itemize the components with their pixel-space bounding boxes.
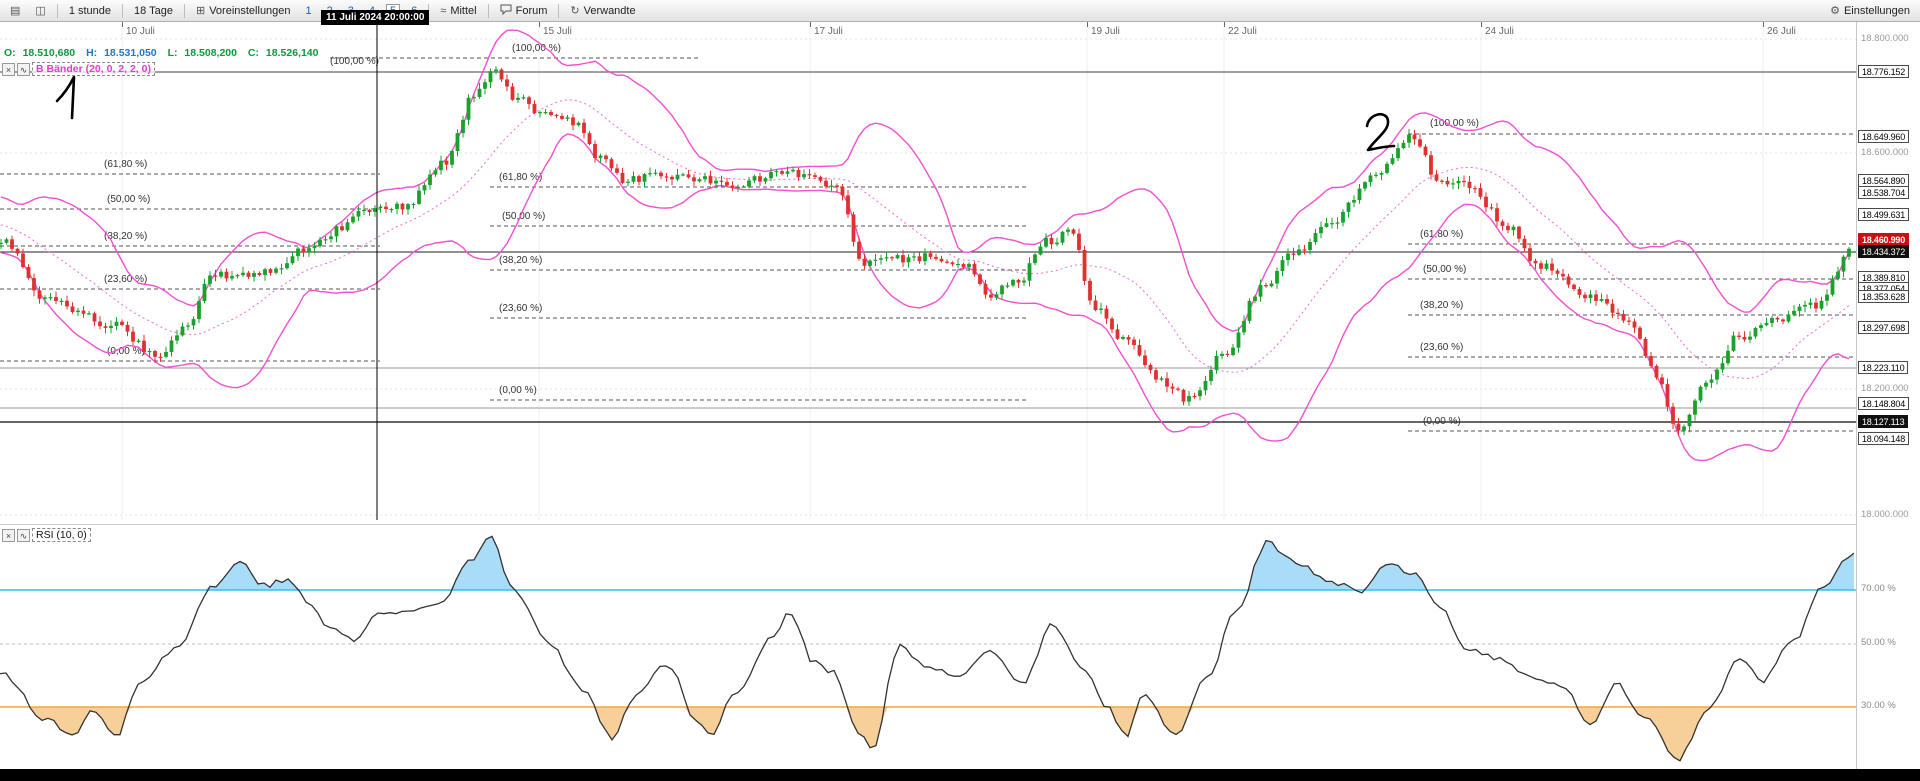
svg-text:(23,60 %): (23,60 %) <box>499 303 542 314</box>
bollinger-indicator-chip[interactable]: × ∿ B Bänder (20, 0, 2, 2, 0) <box>2 62 155 76</box>
svg-text:(61,80 %): (61,80 %) <box>1420 229 1463 240</box>
mittel-button[interactable]: ≈ Mittel <box>436 4 480 18</box>
svg-text:(61,80 %): (61,80 %) <box>104 159 147 170</box>
high-label: H: 18.531,050 <box>86 47 157 59</box>
price-level-badge[interactable]: 18.223.110 <box>1858 361 1909 374</box>
svg-text:(100,00 %): (100,00 %) <box>330 56 379 67</box>
settings-button[interactable]: ⚙ Einstellungen <box>1826 3 1914 18</box>
price-level-badge[interactable]: 18.148.804 <box>1858 397 1910 410</box>
price-level-badge[interactable]: 18.776.152 <box>1858 65 1910 78</box>
close-icon[interactable]: × <box>2 528 15 542</box>
rsi-level-label: 30.00 % <box>1861 700 1896 711</box>
toolbar: ▤ ◫ 1 stunde 18 Tage ⊞ Voreinstellungen … <box>0 0 1920 22</box>
low-label: L: 18.508,200 <box>167 47 237 59</box>
rsi-indicator-chip[interactable]: × ∿ RSI (10, 0) <box>2 528 91 542</box>
close-icon[interactable]: × <box>2 62 15 76</box>
indicator-wave-icon[interactable]: ∿ <box>17 62 30 76</box>
price-chart-canvas[interactable]: (100,00 %) (61,80 %) (50,00 %) (38,20 %) (23… <box>0 0 1856 524</box>
price-level-badge[interactable]: 18.297.698 <box>1858 321 1910 334</box>
svg-text:(50,00 %): (50,00 %) <box>1423 264 1466 275</box>
toolbar-separator <box>487 3 489 18</box>
toolbar-separator <box>183 3 185 18</box>
presets-button[interactable]: ⊞ Voreinstellungen <box>192 3 295 18</box>
verwandte-button[interactable]: ↻ Verwandte <box>566 3 639 18</box>
price-axis[interactable]: 18.800.000 18.600.000 18.200.000 18.000.000… <box>1856 0 1920 769</box>
range-select[interactable]: 18 Tage <box>130 4 177 18</box>
svg-text:(23,60 %): (23,60 %) <box>1420 342 1463 353</box>
price-level-badge[interactable]: 18.127.113 <box>1858 415 1909 428</box>
toolbar-separator <box>56 3 58 18</box>
ohlc-readout: O: 18.510,680 H: 18.531,050 L: 18.508,20… <box>4 47 326 59</box>
svg-text:(38,20 %): (38,20 %) <box>499 255 542 266</box>
bottom-bar <box>0 769 1920 781</box>
price-level-badge[interactable]: 18.353.628 <box>1858 290 1910 303</box>
bollinger-indicator-label[interactable]: B Bänder (20, 0, 2, 2, 0) <box>32 62 155 76</box>
svg-text:(50,00 %): (50,00 %) <box>107 194 150 205</box>
svg-text:(0,00 %): (0,00 %) <box>499 385 537 396</box>
price-grid-label: 18.000.000 <box>1861 509 1909 520</box>
rsi-level-label: 50.00 % <box>1861 637 1896 648</box>
presets-icon: ⊞ <box>195 5 206 17</box>
svg-text:(61,80 %): (61,80 %) <box>499 172 542 183</box>
chart-type-icon[interactable]: ▤ <box>6 3 24 18</box>
related-refresh-icon: ↻ <box>570 5 580 17</box>
price-level-badge[interactable]: 18.649.960 <box>1858 130 1910 143</box>
close-label: C: 18.526,140 <box>247 47 319 59</box>
open-label: O: 18.510,680 <box>4 47 76 59</box>
trading-chart-app: ▤ ◫ 1 stunde 18 Tage ⊞ Voreinstellungen … <box>0 0 1920 781</box>
price-level-badge[interactable]: 18.094.148 <box>1858 432 1910 445</box>
svg-text:(50,00 %): (50,00 %) <box>502 211 545 222</box>
svg-text:(0,00 %): (0,00 %) <box>1423 416 1461 427</box>
price-grid-label: 18.600.000 <box>1861 147 1909 158</box>
rsi-level-label: 70.00 % <box>1861 583 1896 594</box>
price-level-badge[interactable]: 18.434.372 <box>1858 245 1910 258</box>
indicator-wave-icon[interactable]: ∿ <box>17 528 30 542</box>
toolbar-separator <box>558 3 560 18</box>
price-grid-label: 18.800.000 <box>1861 33 1909 44</box>
interval-select[interactable]: 1 stunde <box>65 4 115 18</box>
gear-icon: ⚙ <box>1830 5 1840 17</box>
preset-1-button[interactable]: 1 <box>302 4 316 18</box>
svg-text:(100,00 %): (100,00 %) <box>512 43 561 54</box>
toolbar-separator <box>122 3 124 18</box>
indicator-wave-icon: ≈ <box>440 4 447 17</box>
svg-text:(38,20 %): (38,20 %) <box>1420 300 1463 311</box>
rsi-indicator-label[interactable]: RSI (10, 0) <box>32 528 91 542</box>
rsi-chart-canvas[interactable] <box>0 524 1856 769</box>
price-level-badge[interactable]: 18.499.631 <box>1858 208 1910 221</box>
price-grid-label: 18.200.000 <box>1861 383 1909 394</box>
presets-label: Voreinstellungen <box>209 4 291 17</box>
price-level-badge[interactable]: 18.538.704 <box>1858 186 1910 199</box>
layout-icon[interactable]: ◫ <box>31 3 49 18</box>
forum-button[interactable]: Forum <box>496 3 552 19</box>
crosshair-tooltip: 11 Juli 2024 20:00:00 <box>321 10 430 25</box>
speech-bubble-icon <box>500 4 512 18</box>
